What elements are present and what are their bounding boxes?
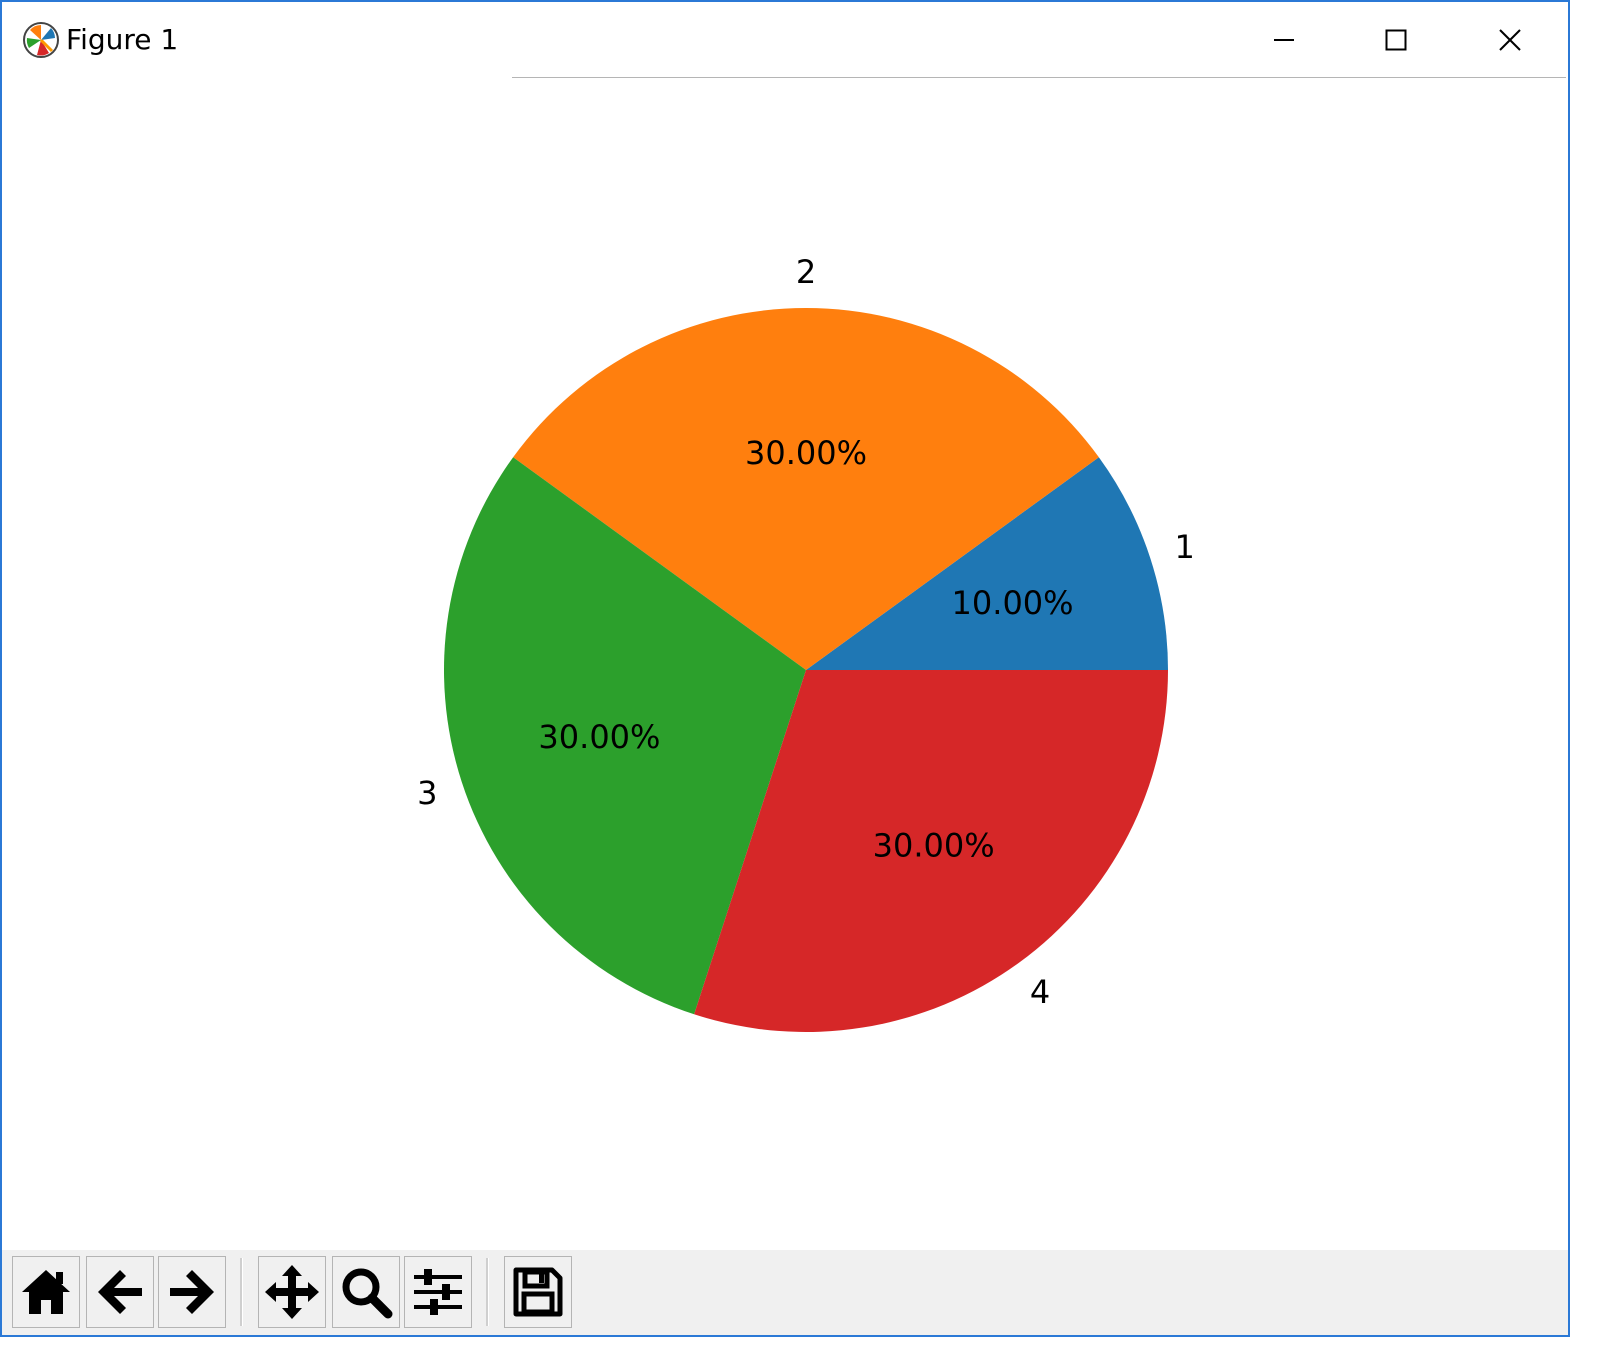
minimize-button[interactable] <box>1228 2 1340 78</box>
pan-button[interactable] <box>258 1256 326 1328</box>
figure-window: Figure 1 1 10.00% 2 30.00% 3 30.00% 4 30.00% <box>0 0 1570 1337</box>
percent-label-1: 10.00% <box>952 584 1074 622</box>
forward-button[interactable] <box>158 1256 226 1328</box>
slice-label-2: 2 <box>796 253 816 291</box>
home-button[interactable] <box>12 1256 80 1328</box>
save-button[interactable] <box>504 1256 572 1328</box>
maximize-button[interactable] <box>1340 2 1452 78</box>
slice-label-3: 3 <box>417 774 437 812</box>
matplotlib-icon <box>21 20 61 60</box>
percent-label-3: 30.00% <box>538 718 660 756</box>
figure-canvas[interactable]: 1 10.00% 2 30.00% 3 30.00% 4 30.00% <box>2 78 1568 1250</box>
percent-label-4: 30.00% <box>873 827 995 865</box>
home-icon <box>22 1270 70 1314</box>
floppy-disk-icon <box>513 1267 563 1317</box>
close-icon <box>1499 29 1521 51</box>
toolbar-separator <box>240 1258 243 1326</box>
arrow-right-icon <box>170 1270 214 1314</box>
toolbar-separator <box>486 1258 489 1326</box>
window-title: Figure 1 <box>66 23 179 56</box>
sliders-icon <box>414 1269 462 1315</box>
arrow-left-icon <box>98 1270 142 1314</box>
slice-label-4: 4 <box>1030 973 1050 1011</box>
zoom-button[interactable] <box>332 1256 400 1328</box>
pie-chart: 1 10.00% 2 30.00% 3 30.00% 4 30.00% <box>417 253 1195 1032</box>
navigation-toolbar <box>2 1250 1568 1335</box>
magnifier-icon <box>342 1268 393 1319</box>
configure-subplots-button[interactable] <box>404 1256 472 1328</box>
close-button[interactable] <box>1454 2 1566 78</box>
percent-label-2: 30.00% <box>745 434 867 472</box>
slice-label-1: 1 <box>1175 528 1195 566</box>
maximize-icon <box>1385 29 1407 51</box>
minimize-icon <box>1274 39 1294 41</box>
move-icon <box>265 1265 319 1319</box>
back-button[interactable] <box>86 1256 154 1328</box>
title-bar[interactable]: Figure 1 <box>2 2 1568 78</box>
